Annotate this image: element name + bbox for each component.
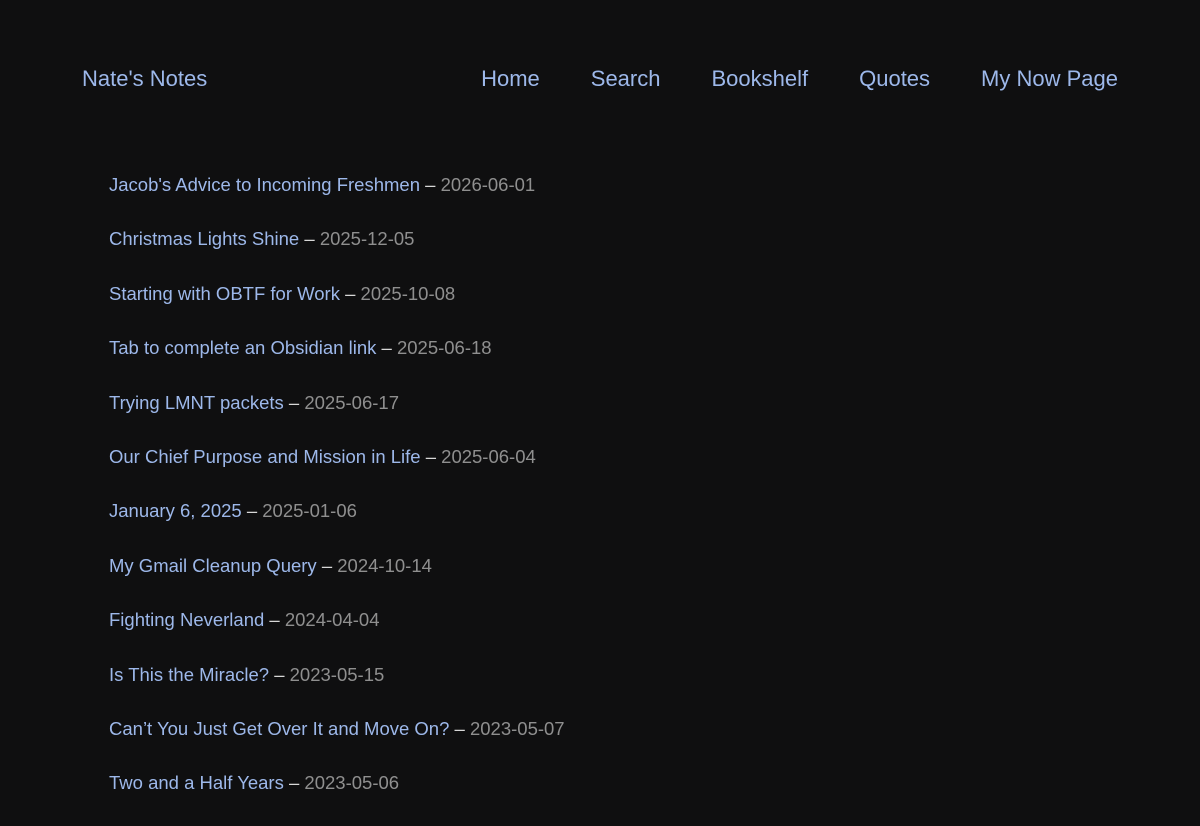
post-date: 2023-05-15 xyxy=(289,663,385,685)
post-list: Jacob's Advice to Incoming Freshmen – 20… xyxy=(109,173,565,826)
post-date: 2025-10-08 xyxy=(360,282,456,304)
post-separator: – xyxy=(304,228,315,250)
post-separator: – xyxy=(269,609,280,631)
main-nav: Home Search Bookshelf Quotes My Now Page xyxy=(481,65,1118,93)
post-date: 2025-06-17 xyxy=(304,391,399,413)
post-list-item: Starting with OBTF for Work – 2025-10-08 xyxy=(109,282,565,336)
site-header: Nate's Notes Home Search Bookshelf Quote… xyxy=(0,0,1200,158)
post-link[interactable]: Fighting Neverland xyxy=(109,609,264,630)
post-separator: – xyxy=(321,554,333,576)
nav-quotes-link[interactable]: Quotes xyxy=(859,65,930,93)
post-link[interactable]: Is This the Miracle? xyxy=(109,664,269,685)
nav-bookshelf-link[interactable]: Bookshelf xyxy=(711,65,808,93)
post-list-item: Is This the Miracle? – 2023-05-15 xyxy=(109,663,565,717)
post-list-item: Fighting Neverland – 2024-04-04 xyxy=(109,608,565,662)
post-list-item: Two and a Half Years – 2023-05-06 xyxy=(109,771,565,825)
post-list-item: January 6, 2025 – 2025-01-06 xyxy=(109,499,565,553)
post-link[interactable]: My Gmail Cleanup Query xyxy=(109,555,317,576)
post-date: 2023-05-07 xyxy=(469,717,565,739)
post-separator: – xyxy=(425,174,436,195)
post-date: 2025-06-04 xyxy=(441,445,536,467)
nav-home-link[interactable]: Home xyxy=(481,65,540,93)
post-date: 2025-06-18 xyxy=(396,337,492,359)
post-separator: – xyxy=(381,337,392,359)
post-date: 2025-01-06 xyxy=(262,500,357,522)
post-link[interactable]: Trying LMNT packets xyxy=(109,392,284,413)
post-list-item: My Gmail Cleanup Query – 2024-10-14 xyxy=(109,554,565,608)
post-date: 2024-04-04 xyxy=(284,609,380,631)
post-list-item: Can’t You Just Get Over It and Move On? … xyxy=(109,717,565,771)
post-list-item: Christmas Lights Shine – 2025-12-05 xyxy=(109,227,565,281)
post-separator: – xyxy=(288,391,300,413)
post-date: 2023-05-06 xyxy=(304,772,400,794)
post-link[interactable]: Starting with OBTF for Work xyxy=(109,283,340,304)
post-separator: – xyxy=(425,445,437,467)
post-separator: – xyxy=(345,282,356,304)
post-list-item: Trying LMNT packets – 2025-06-17 xyxy=(109,391,565,445)
post-separator: – xyxy=(288,772,300,794)
post-date: 2024-10-14 xyxy=(337,554,432,576)
post-date: 2025-12-05 xyxy=(319,228,415,250)
post-date: 2026-06-01 xyxy=(440,174,536,195)
post-link[interactable]: Can’t You Just Get Over It and Move On? xyxy=(109,718,449,739)
post-list-item: Our Chief Purpose and Mission in Life – … xyxy=(109,445,565,499)
post-link[interactable]: Two and a Half Years xyxy=(109,772,284,793)
post-list-item: Tab to complete an Obsidian link – 2025-… xyxy=(109,336,565,390)
post-link[interactable]: Tab to complete an Obsidian link xyxy=(109,337,376,358)
post-separator: – xyxy=(274,663,285,685)
post-separator: – xyxy=(246,500,258,522)
post-list-item: Jacob's Advice to Incoming Freshmen – 20… xyxy=(109,173,565,227)
nav-now-page-link[interactable]: My Now Page xyxy=(981,65,1118,93)
nav-search-link[interactable]: Search xyxy=(591,65,661,93)
post-link[interactable]: Jacob's Advice to Incoming Freshmen xyxy=(109,174,420,195)
post-link[interactable]: January 6, 2025 xyxy=(109,500,242,521)
post-link[interactable]: Our Chief Purpose and Mission in Life xyxy=(109,446,421,467)
site-title-link[interactable]: Nate's Notes xyxy=(82,65,207,93)
post-separator: – xyxy=(454,717,465,739)
post-link[interactable]: Christmas Lights Shine xyxy=(109,228,299,249)
